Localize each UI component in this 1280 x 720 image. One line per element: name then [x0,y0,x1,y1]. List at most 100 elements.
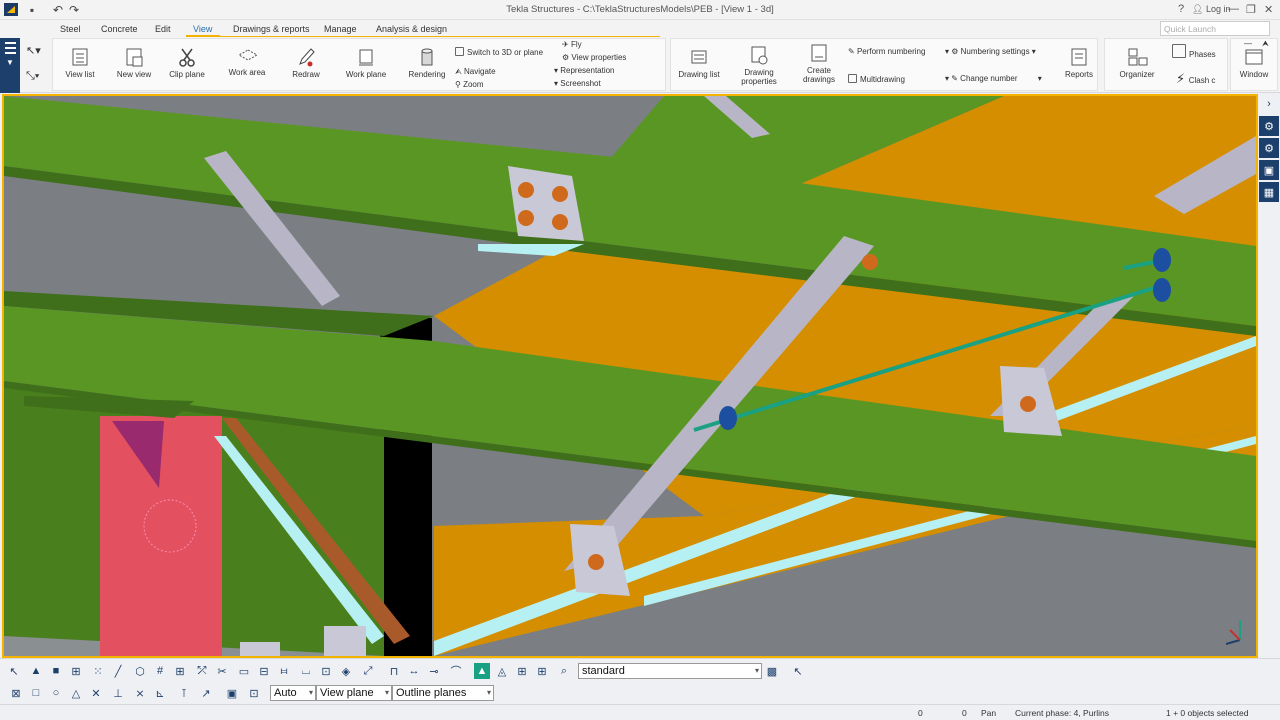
clash-check-button[interactable]: ⚡︎ Clash c [1176,71,1215,87]
tab-analysis-design[interactable]: Analysis & design [376,24,447,34]
work-plane-button[interactable]: Work plane [344,46,388,79]
snap-perpendicular-icon[interactable]: ⊥ [110,685,126,701]
snap-geometry-icon[interactable]: ◬ [494,663,510,679]
redraw-button[interactable]: Redraw [288,46,324,79]
snap-centers-icon[interactable]: ⊸ [426,663,442,679]
base-plate[interactable] [324,626,366,656]
selection-filter-select[interactable]: standard ▾ [578,663,762,679]
model-canvas[interactable] [4,96,1256,656]
change-number-button[interactable]: ▾ ✎ Change number ▾ [945,74,1042,83]
select-welds-icon[interactable]: ⊞ [172,663,188,679]
model-view-3d[interactable] [2,94,1258,658]
perform-numbering-button[interactable]: ✎ Perform numbering [848,47,925,56]
window-button[interactable]: Window [1236,46,1272,79]
view-list-button[interactable]: View list [62,46,98,79]
nut[interactable] [1153,278,1171,302]
tab-manage[interactable]: Manage [324,24,357,34]
snap-icon[interactable]: ⤡▾ [26,70,39,83]
select-parts-icon[interactable]: ▲ [28,663,44,679]
snap-grid-icon[interactable]: ⊞ [514,663,530,679]
snap-circle-icon[interactable]: ○ [48,685,64,701]
view-properties-button[interactable]: ⚙︎ View properties [562,53,626,62]
select-assemblies-icon[interactable]: ⬡ [132,663,148,679]
select-views-icon[interactable]: ▭ [236,663,252,679]
tab-edit[interactable]: Edit [155,24,171,34]
snap-cross-icon[interactable]: ✕ [88,685,104,701]
catalog-icon[interactable]: ▦ [1259,182,1279,202]
snap-box-icon[interactable]: ⊠ [8,685,24,701]
plane-select[interactable]: View plane ▾ [316,685,392,701]
nut[interactable] [719,406,737,430]
select-pours-icon[interactable]: ⊡ [318,663,334,679]
select-arrow-icon[interactable]: ↖▾ [26,44,41,57]
bolt[interactable] [588,554,604,570]
select-all-icon[interactable]: ↖ [6,663,22,679]
snap-free-point-icon[interactable]: ⊡ [246,685,262,701]
snap-override-icon[interactable]: ⌕ [556,663,572,679]
bolt[interactable] [552,186,568,202]
select-surfaces-icon[interactable]: ■ [48,663,64,679]
tools-icon[interactable]: ⚙︎ [1259,116,1279,136]
navigate-button[interactable]: ⮙︎ Navigate [455,67,496,77]
ribbon-minimize-icon[interactable]: — [1244,39,1252,48]
organizer-button[interactable]: Organizer [1116,46,1158,79]
side-pane-toggle[interactable]: ▼ [0,38,20,93]
select-grids-icon[interactable]: ⊞ [68,663,84,679]
snap-arc-icon[interactable]: ⌒ [448,663,464,679]
snap-extension-icon[interactable]: ↗ [198,685,214,701]
drawing-list-button[interactable]: Drawing list [676,46,722,79]
snap-midpoints-icon[interactable]: ↔ [406,663,422,679]
bolt[interactable] [1020,396,1036,412]
multidrawing-button[interactable]: Multidrawing [848,74,905,84]
tab-concrete[interactable]: Concrete [101,24,138,34]
select-layers-icon[interactable]: ◈ [338,663,354,679]
select-bolts-icon[interactable]: ⧦ [276,663,292,679]
snap-intersection-icon[interactable]: ⨯ [132,685,148,701]
base-plate-2[interactable] [240,642,280,656]
select-components-icon[interactable]: ⊟ [256,663,272,679]
plane-type-select[interactable]: Outline planes ▾ [392,685,494,701]
snap-orthogonal-icon[interactable]: ⊺ [176,685,192,701]
switch-3d-button[interactable]: Switch to 3D or plane [455,47,543,57]
select-grid-lines-icon[interactable]: # [152,663,168,679]
clip-plane-button[interactable]: Clip plane [166,46,208,79]
tab-steel[interactable]: Steel [60,24,81,34]
numbering-settings-button[interactable]: ▾ ⚙︎ Numbering settings ▾ [945,47,1036,56]
select-fittings-icon[interactable]: ✂︎ [214,663,230,679]
select-cuts-icon[interactable]: ⤱ [194,663,210,679]
representation-button[interactable]: ▾ Representation [554,66,615,75]
close-button[interactable]: ✕ [1264,3,1273,16]
settings-icon[interactable]: ⚙︎ [1259,138,1279,158]
snap-depth-select[interactable]: Auto ▾ [270,685,316,701]
tab-view[interactable]: View [193,24,212,34]
login-link[interactable]: 👤︎ Log in [1192,4,1230,15]
snap-endpoints-icon[interactable]: ⊓ [386,663,402,679]
nut[interactable] [1153,248,1171,272]
screenshot-button[interactable]: ▾ Screenshot [554,79,601,88]
bolt[interactable] [518,210,534,226]
bolt[interactable] [862,254,878,270]
help-button[interactable]: ? [1178,3,1184,15]
select-points-icon[interactable]: ⁙ [90,663,106,679]
tab-drawings-reports[interactable]: Drawings & reports [233,24,310,34]
snap-square-icon[interactable]: □ [28,685,44,701]
select-distances-icon[interactable]: ⤢ [360,663,376,679]
collapse-panel-icon[interactable]: › [1259,94,1279,114]
zoom-button[interactable]: ⚲ Zoom [455,80,484,89]
snap-plane-icon[interactable]: ▣ [224,685,240,701]
new-view-button[interactable]: New view [114,46,154,79]
select-reinforcement-icon[interactable]: ⌴ [298,663,314,679]
snap-tangent-icon[interactable]: ⊾ [152,685,168,701]
create-drawings-button[interactable]: Create drawings [800,42,838,84]
phases-button[interactable]: Phases [1172,44,1216,59]
drawing-properties-button[interactable]: Drawing properties [738,44,780,86]
select-switch-icon[interactable]: ↖ [790,663,806,679]
quick-launch-input[interactable]: Quick Launch [1160,21,1270,36]
ribbon-pin-icon[interactable]: ⮝ [1262,39,1269,49]
snap-reference-icon[interactable]: ▲ [474,663,490,679]
rendering-button[interactable]: Rendering [406,46,448,79]
fly-button[interactable]: ✈︎ Fly [562,40,582,49]
snap-free-icon[interactable]: ⊞ [534,663,550,679]
snap-triangle-icon[interactable]: △ [68,685,84,701]
bolt[interactable] [518,182,534,198]
